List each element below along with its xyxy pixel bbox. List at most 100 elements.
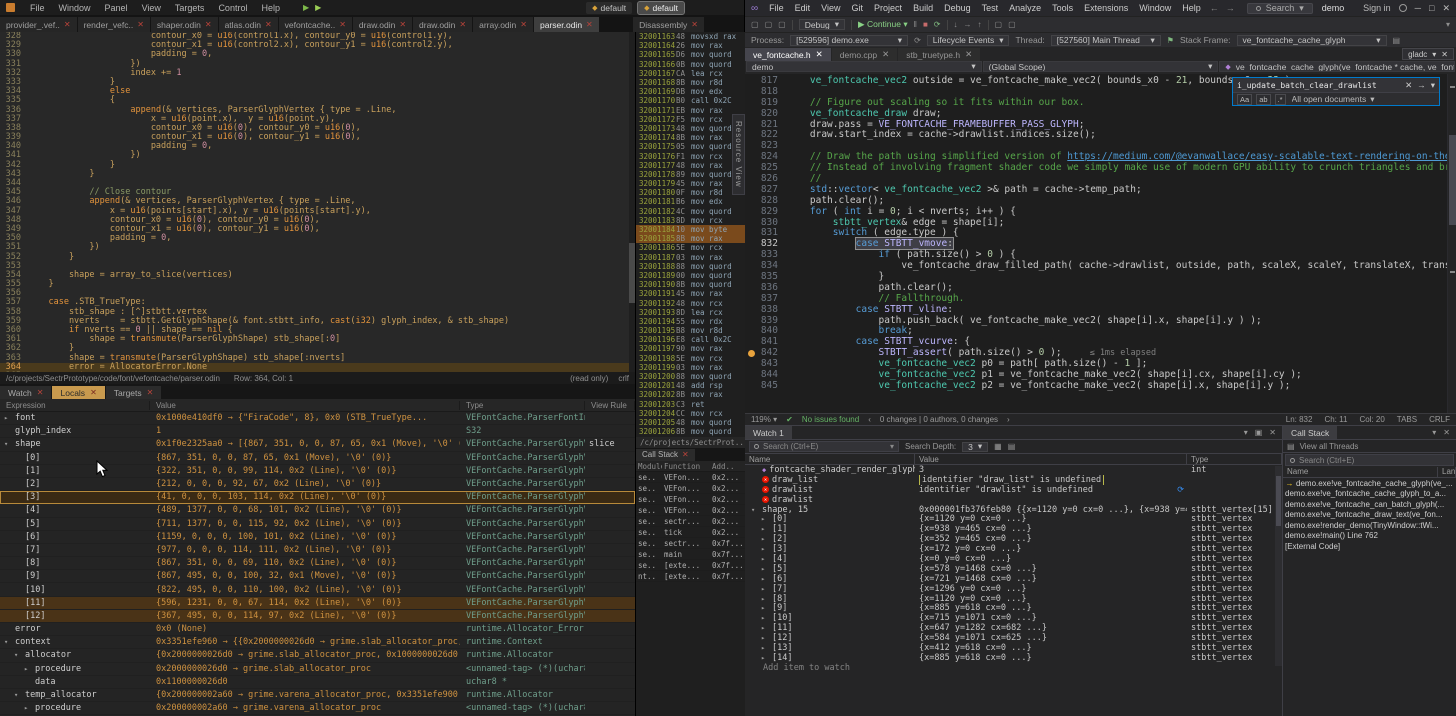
callstack-frame-row[interactable]: se.. sectr... 0x2... bbox=[636, 516, 745, 527]
expand-icon[interactable]: ▸ bbox=[761, 614, 769, 622]
expand-icon[interactable]: ▾ bbox=[4, 638, 12, 646]
col-value[interactable]: Value bbox=[915, 454, 1187, 464]
variable-row[interactable]: [5] {711, 1377, 0, 0, 115, 92, 0x2 (Line… bbox=[0, 518, 635, 531]
disassembly-view[interactable]: 32001163 48 movsxd rax 32001164 26 mov r… bbox=[636, 32, 745, 437]
breakpoint-gutter[interactable] bbox=[745, 337, 757, 348]
breakpoint-gutter[interactable] bbox=[745, 109, 757, 120]
col-view-rule[interactable]: View Rule bbox=[585, 401, 635, 410]
app-logo-icon[interactable] bbox=[6, 3, 15, 12]
close-tab-icon[interactable]: ✕ bbox=[339, 20, 346, 29]
next-change-icon[interactable]: › bbox=[1007, 415, 1010, 424]
breakpoint-gutter[interactable] bbox=[745, 196, 757, 207]
col-function[interactable]: Function bbox=[662, 462, 710, 471]
stack-frame-row[interactable]: demo.exe!render_demo(TinyWindow::tWi... bbox=[1283, 520, 1456, 531]
vs-editor-scrollbar[interactable] bbox=[1447, 74, 1456, 413]
close-tab-icon[interactable]: ✕ bbox=[586, 20, 593, 29]
editor-tab[interactable]: vefontcache.. ✕ bbox=[279, 17, 352, 32]
variable-row[interactable]: ▸ font 0x1000e410df0 → {"FiraCode", 8}, … bbox=[0, 412, 635, 425]
continue-button[interactable]: ▶ Continue ▾ bbox=[858, 19, 908, 30]
menu-item[interactable]: Control bbox=[211, 3, 254, 13]
menu-item[interactable]: Edit bbox=[790, 3, 816, 13]
toolbar-icon[interactable]: ▢ bbox=[765, 20, 773, 29]
menu-item[interactable]: Window bbox=[52, 3, 98, 13]
nav-forward-icon[interactable]: → bbox=[1223, 3, 1238, 13]
flag-icon[interactable]: ⚑ bbox=[1167, 36, 1174, 45]
panel-tab[interactable]: Watch ✕ bbox=[0, 386, 51, 399]
expand-icon[interactable]: ▸ bbox=[761, 545, 769, 553]
breakpoint-gutter[interactable] bbox=[745, 228, 757, 239]
watch-row[interactable]: ✕ drawlist identifier "drawlist" is unde… bbox=[745, 485, 1282, 495]
find-next-icon[interactable]: → bbox=[1417, 80, 1426, 90]
refresh-icon[interactable]: ⟳ bbox=[1177, 485, 1184, 494]
tab-watch-1[interactable]: Watch 1 bbox=[745, 426, 792, 439]
break-all-icon[interactable]: ‖ bbox=[914, 20, 917, 29]
variable-row[interactable]: ▸ procedure 0x2000000026d0 → grime.slab_… bbox=[0, 663, 635, 676]
close-tab-icon[interactable]: ✕ bbox=[965, 49, 972, 60]
variable-row[interactable]: [2] {212, 0, 0, 0, 92, 67, 0x2 (Line), '… bbox=[0, 478, 635, 491]
col-expression[interactable]: Expression bbox=[0, 401, 150, 410]
watch-row[interactable]: ✕ draw_list identifier "draw_list" is un… bbox=[745, 475, 1282, 485]
scope-dropdown[interactable]: (Global Scope) ▾ bbox=[983, 61, 1219, 72]
variable-row[interactable]: data 0x1100000026d0 uchar8 * bbox=[0, 676, 635, 689]
expand-icon[interactable]: ▾ bbox=[751, 506, 759, 514]
col-value[interactable]: Value bbox=[150, 401, 460, 410]
vs-code-editor[interactable]: 817 ve_fontcache_vec2 outside = ve_fontc… bbox=[745, 74, 1447, 413]
prev-change-icon[interactable]: ‹ bbox=[868, 415, 871, 424]
step-into-icon[interactable]: ↓ bbox=[954, 20, 958, 29]
expand-icon[interactable]: ▸ bbox=[761, 595, 769, 603]
breakpoint-gutter[interactable] bbox=[745, 87, 757, 98]
expand-icon[interactable]: ▸ bbox=[761, 654, 769, 662]
watch-row[interactable]: ▸ [7] {x=1296 y=0 cx=0 ...} stbtt_vertex bbox=[745, 584, 1282, 594]
close-tab-icon[interactable]: ✕ bbox=[882, 49, 889, 60]
window-position-icon[interactable]: ▾ bbox=[1244, 428, 1248, 437]
account-icon[interactable] bbox=[1399, 4, 1407, 12]
callstack-frame-row[interactable]: se.. VEFon... 0x2... bbox=[636, 483, 745, 494]
watch-row[interactable]: ▸ [11] {x=647 y=1282 cx=682 ...} stbtt_v… bbox=[745, 623, 1282, 633]
expand-icon[interactable]: ▸ bbox=[761, 644, 769, 652]
expand-icon[interactable]: ▾ bbox=[14, 691, 22, 699]
profile-badge[interactable]: ◆ default bbox=[638, 2, 684, 14]
breakpoint-gutter[interactable] bbox=[745, 316, 757, 327]
breakpoint-gutter[interactable] bbox=[745, 130, 757, 141]
variable-row[interactable]: [11] {596, 1231, 0, 0, 67, 114, 0x2 (Lin… bbox=[0, 597, 635, 610]
editor-tab[interactable]: array.odin ✕ bbox=[473, 17, 533, 32]
eol-indicator[interactable]: CRLF bbox=[1429, 415, 1450, 424]
variable-row[interactable]: [7] {977, 0, 0, 0, 114, 111, 0x2 (Line),… bbox=[0, 544, 635, 557]
close-tab-icon[interactable]: ✕ bbox=[147, 388, 154, 397]
process-dropdown[interactable]: [529596] demo.exe ▾ bbox=[790, 35, 908, 46]
lifecycle-events-dropdown[interactable]: Lifecycle Events ▾ bbox=[927, 35, 1010, 46]
expand-icon[interactable]: ▸ bbox=[761, 575, 769, 583]
close-icon[interactable]: ✕ bbox=[1269, 428, 1276, 437]
breakpoint-gutter[interactable] bbox=[745, 283, 757, 294]
breakpoint-gutter[interactable] bbox=[745, 163, 757, 174]
pin-icon[interactable]: ▣ bbox=[1255, 428, 1263, 437]
expand-icon[interactable]: ▸ bbox=[761, 604, 769, 612]
menu-item[interactable]: Analyze bbox=[1004, 3, 1046, 13]
stack-frame-row[interactable]: demo.exe!ve_fontcache_cache_glyph_to_a..… bbox=[1283, 489, 1456, 500]
col-name[interactable]: Name bbox=[745, 454, 915, 464]
run-debug-icon[interactable]: ▶ bbox=[315, 3, 321, 12]
breakpoint-gutter[interactable] bbox=[745, 359, 757, 370]
editor-tab[interactable]: render_vefc.. ✕ bbox=[78, 17, 150, 32]
stop-debug-icon[interactable]: ■ bbox=[923, 20, 928, 29]
close-tab-icon[interactable]: ✕ bbox=[459, 20, 466, 29]
col-address[interactable]: Add.. bbox=[710, 462, 745, 471]
col-name[interactable]: Name bbox=[1283, 467, 1438, 477]
panel-tab[interactable]: Targets ✕ bbox=[106, 386, 162, 399]
watch-search-input[interactable]: Search (Ctrl+E) ▾ bbox=[749, 441, 899, 452]
expand-icon[interactable]: ▸ bbox=[761, 555, 769, 563]
window-position-icon[interactable]: ▾ bbox=[1432, 428, 1436, 437]
expand-icon[interactable]: ▸ bbox=[761, 535, 769, 543]
stack-frame-row[interactable]: [External Code] bbox=[1283, 541, 1456, 552]
menu-item[interactable]: View bbox=[816, 3, 845, 13]
close-tab-icon[interactable]: ✕ bbox=[137, 20, 144, 29]
step-out-icon[interactable]: ↑ bbox=[978, 20, 982, 29]
breakpoint-gutter[interactable] bbox=[745, 272, 757, 283]
variable-row[interactable]: ▾ allocator {0x2000000026d0 → grime.slab… bbox=[0, 649, 635, 662]
watch-list-icon[interactable]: ▤ bbox=[1008, 442, 1016, 451]
breakpoint-gutter[interactable] bbox=[745, 370, 757, 381]
match-word-toggle[interactable]: ab bbox=[1256, 94, 1270, 105]
menu-item[interactable]: Test bbox=[977, 3, 1004, 13]
menu-item[interactable]: Debug bbox=[939, 3, 976, 13]
quick-search[interactable]: Search ▾ bbox=[1247, 3, 1313, 14]
